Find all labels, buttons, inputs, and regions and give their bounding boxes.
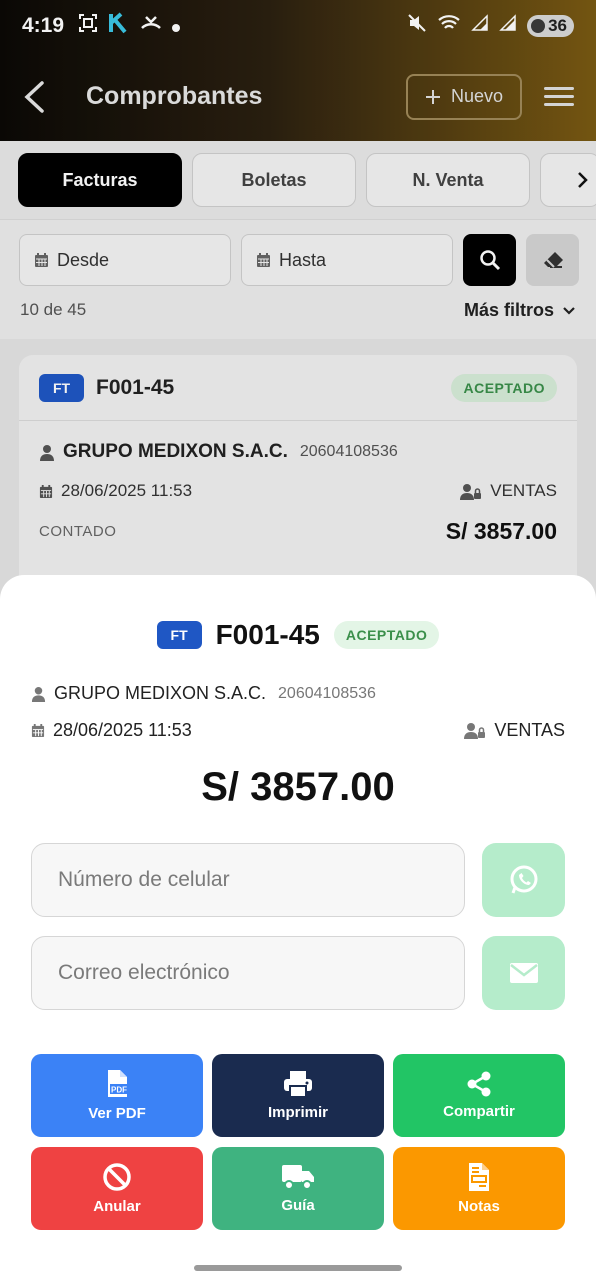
sheet-backdrop[interactable] xyxy=(0,0,596,600)
phone-input[interactable]: Número de celular xyxy=(31,843,465,917)
sheet-total: S/ 3857.00 xyxy=(201,765,395,809)
print-label: Imprimir xyxy=(267,1104,328,1121)
sheet-header: FT F001-45 ACEPTADO xyxy=(0,619,596,651)
client-ruc: 20604108536 xyxy=(278,684,376,702)
notes-label: Notas xyxy=(458,1198,500,1215)
notes-button[interactable]: Notas xyxy=(393,1147,565,1230)
sheet-client-row: GRUPO MEDIXON S.A.C. 20604108536 xyxy=(31,683,376,704)
phone-placeholder: Número de celular xyxy=(58,868,230,891)
delivery-guide-label: Guía xyxy=(281,1197,315,1214)
delivery-guide-button[interactable]: Guía xyxy=(212,1147,384,1230)
status-badge: ACEPTADO xyxy=(333,621,440,649)
user-lock-icon xyxy=(464,723,486,739)
printer-icon xyxy=(284,1071,312,1098)
email-send-button[interactable] xyxy=(482,936,565,1010)
user-icon xyxy=(31,686,46,702)
sheet-area-row: VENTAS xyxy=(464,720,565,741)
invoice-area: VENTAS xyxy=(494,720,565,740)
invoice-type-badge: FT xyxy=(156,621,202,649)
email-placeholder: Correo electrónico xyxy=(58,961,230,984)
svg-text:PDF: PDF xyxy=(111,1086,127,1095)
print-button[interactable]: Imprimir xyxy=(212,1054,384,1137)
invoice-datetime: 28/06/2025 11:53 xyxy=(53,720,192,740)
pdf-file-icon: PDF xyxy=(108,1070,128,1097)
home-indicator[interactable] xyxy=(194,1265,402,1271)
truck-icon xyxy=(282,1165,314,1190)
invoice-number: F001-45 xyxy=(215,619,320,650)
whatsapp-icon xyxy=(510,865,537,894)
client-name: GRUPO MEDIXON S.A.C. xyxy=(54,683,267,703)
ban-icon xyxy=(103,1163,131,1191)
share-button[interactable]: Compartir xyxy=(393,1054,565,1137)
envelope-icon xyxy=(509,963,538,983)
share-icon xyxy=(467,1071,491,1097)
file-invoice-icon xyxy=(469,1163,489,1191)
sheet-date-row: 28/06/2025 11:53 xyxy=(31,720,192,741)
void-button[interactable]: Anular xyxy=(31,1147,203,1230)
invoice-detail-sheet: FT F001-45 ACEPTADO GRUPO MEDIXON S.A.C.… xyxy=(0,575,596,1280)
whatsapp-send-button[interactable] xyxy=(482,843,565,917)
share-label: Compartir xyxy=(443,1103,515,1120)
view-pdf-label: Ver PDF xyxy=(88,1105,146,1122)
view-pdf-button[interactable]: PDF Ver PDF xyxy=(31,1054,203,1137)
void-label: Anular xyxy=(93,1198,141,1215)
email-input[interactable]: Correo electrónico xyxy=(31,936,465,1010)
calendar-icon xyxy=(31,723,45,738)
